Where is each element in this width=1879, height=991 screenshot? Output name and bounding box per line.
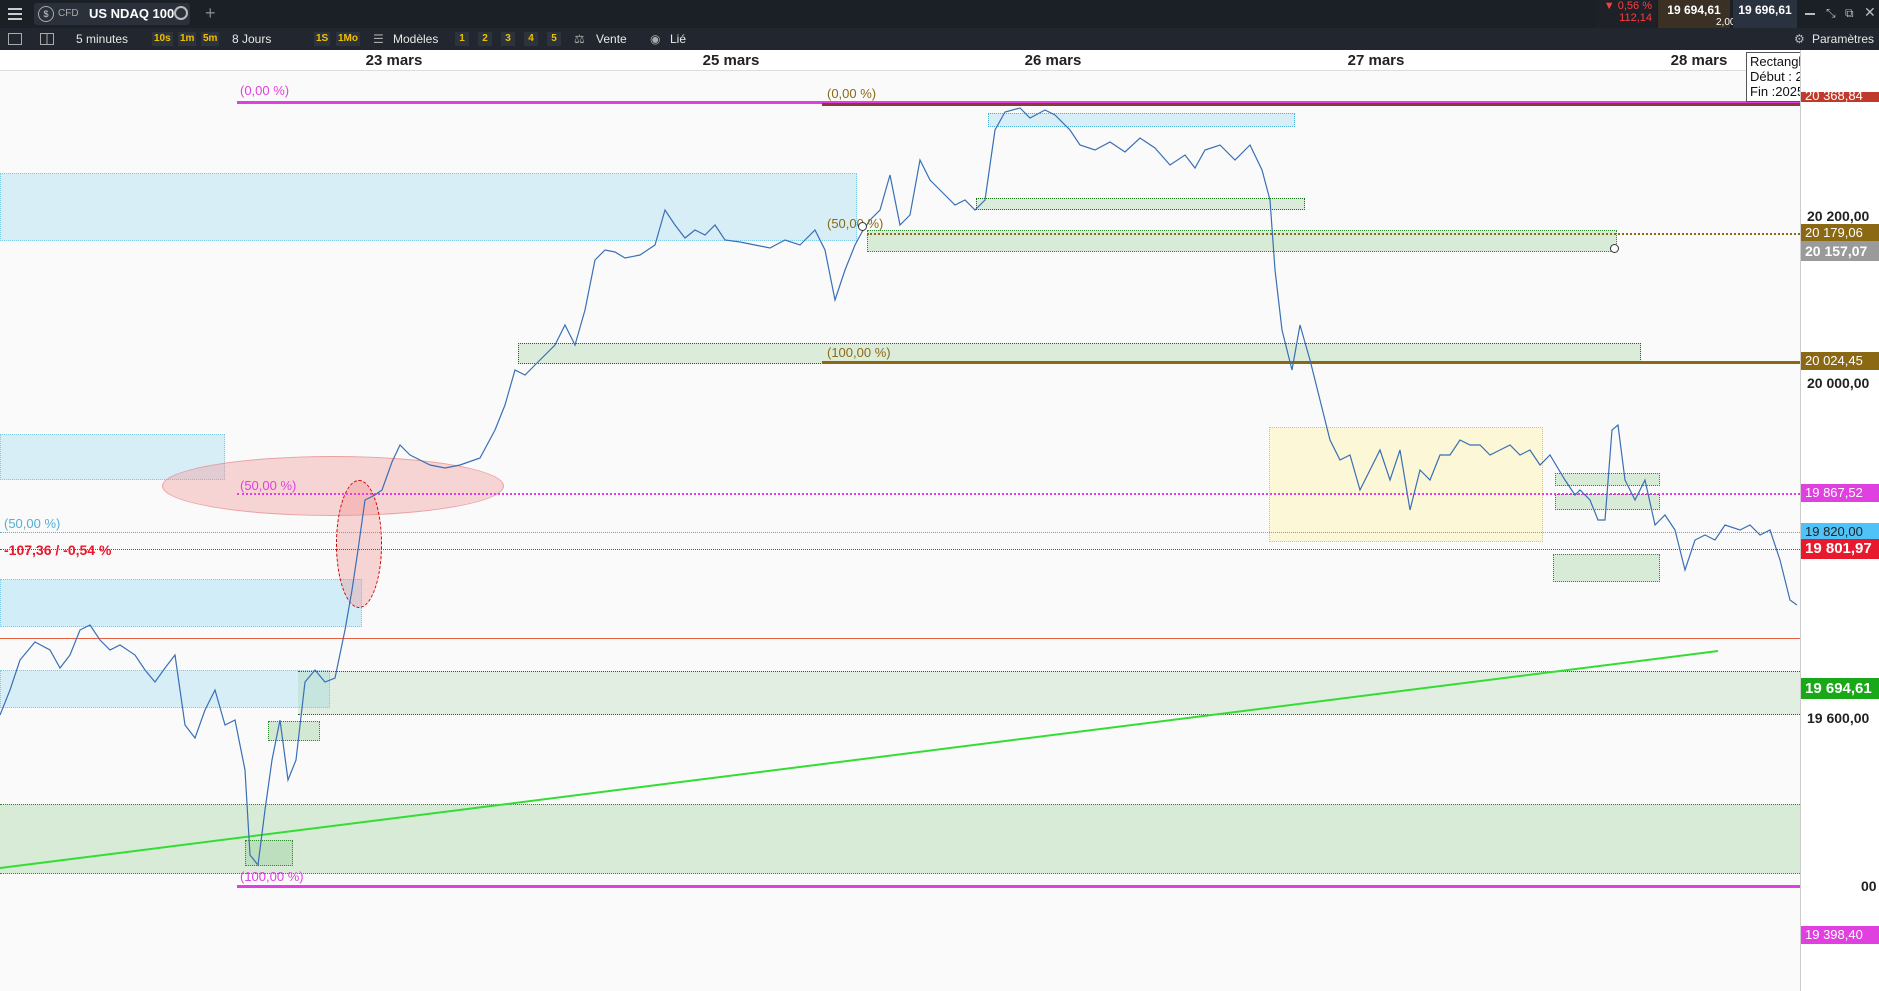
trade-button[interactable]: Vente — [596, 28, 627, 50]
layout-icon[interactable] — [40, 28, 54, 50]
axis-label: 00 — [1861, 878, 1877, 894]
fib-label-mid-50: (50,00 %) — [827, 216, 884, 231]
menu-icon[interactable] — [8, 7, 22, 21]
layout-3[interactable]: 3 — [501, 32, 515, 46]
date-label: 25 mars — [702, 52, 760, 69]
axis-label: 20 200,00 — [1807, 208, 1870, 224]
change-label: -107,36 / -0,54 % — [4, 542, 112, 558]
trade-icon: ⚖ — [574, 32, 585, 46]
layout-1[interactable]: 1 — [455, 32, 469, 46]
green-trend-line — [0, 650, 1719, 869]
bid-price: 19 694,61 — [1667, 3, 1721, 17]
price-tag[interactable]: 20 024,45 — [1801, 352, 1879, 370]
collapse-icon[interactable]: ⤡ — [1826, 6, 1836, 21]
price-tag[interactable]: 19 694,61 — [1801, 678, 1879, 699]
top-bar: $ CFD US NDAQ 100 + ▼ 0,56 % 112,14 19 6… — [0, 0, 1879, 28]
price-axis[interactable]: 20 200,00 20 000,00 19 600,00 00 20 368,… — [1800, 50, 1879, 991]
price-tag[interactable]: 19 398,40 — [1801, 926, 1879, 944]
fib-label-mid-0: (0,00 %) — [827, 86, 877, 101]
instrument-type: CFD — [58, 8, 79, 19]
anchor-handle-icon[interactable] — [1610, 244, 1619, 253]
date-label: 23 mars — [365, 52, 423, 69]
layout-5[interactable]: 5 — [547, 32, 561, 46]
settings-button[interactable]: Paramètres — [1812, 28, 1874, 50]
linked-button[interactable]: Lié — [670, 28, 686, 50]
fib-label-far-50: (50,00 %) — [4, 516, 61, 531]
buy-price-button[interactable]: 19 696,61 — [1733, 0, 1797, 28]
templates-icon: ☰ — [373, 32, 384, 46]
change-pct: ▼ 0,56 % — [1603, 0, 1652, 12]
fib-label-left-0: (0,00 %) — [240, 83, 290, 98]
currency-icon: $ — [38, 6, 54, 22]
axis-label: 19 600,00 — [1807, 710, 1870, 726]
price-tag[interactable]: 20 157,07 — [1801, 241, 1879, 261]
price-tag[interactable]: 20 368,84 — [1801, 92, 1879, 102]
anchor-handle-icon[interactable] — [858, 222, 867, 231]
quick-interval-5m[interactable]: 5m — [201, 32, 220, 46]
fib-label-left-50: (50,00 %) — [240, 478, 297, 493]
change-box: ▼ 0,56 % 112,14 — [1596, 0, 1656, 28]
instrument-name: US NDAQ 100 — [89, 6, 175, 21]
chart-plot-area[interactable]: (0,00 %) (0,00 %) (50,00 %) (100,00 %) (… — [0, 70, 1800, 991]
fib-label-left-100: (100,00 %) — [240, 869, 304, 884]
instrument-tab[interactable]: $ CFD US NDAQ 100 — [34, 3, 190, 25]
minimize-icon[interactable] — [1805, 13, 1815, 15]
date-label: 26 mars — [1024, 52, 1082, 69]
price-chart-svg — [0, 107, 1798, 869]
add-tab-icon[interactable]: + — [205, 3, 216, 24]
price-tag[interactable]: 19 801,97 — [1801, 539, 1879, 559]
templates-button[interactable]: Modèles — [393, 28, 438, 50]
quick-interval-10s[interactable]: 10s — [152, 32, 173, 46]
date-label: 27 mars — [1347, 52, 1405, 69]
date-axis: 23 mars 25 mars 26 mars 27 mars 28 mars — [0, 50, 1800, 71]
price-tag[interactable]: 19 867,52 — [1801, 484, 1879, 502]
interval-select[interactable]: 5 minutes — [76, 28, 128, 50]
change-pts: 112,14 — [1619, 12, 1652, 24]
date-label: 28 mars — [1670, 52, 1728, 69]
fib-label-mid-100: (100,00 %) — [827, 345, 891, 360]
chart-toolbar: 5 minutes 10s 1m 5m 8 Jours 1S 1Mo ☰ Mod… — [0, 28, 1879, 50]
layout-4[interactable]: 4 — [524, 32, 538, 46]
chart-list-icon[interactable] — [8, 28, 22, 50]
ask-price: 19 696,61 — [1738, 3, 1792, 17]
gear-icon: ⚙ — [1794, 32, 1805, 46]
range-1mo[interactable]: 1Mo — [336, 32, 360, 46]
popout-icon[interactable]: ⧉ — [1845, 6, 1854, 21]
range-1s[interactable]: 1S — [314, 32, 331, 46]
close-icon[interactable]: ✕ — [1864, 4, 1876, 21]
axis-label: 20 000,00 — [1807, 375, 1870, 391]
link-icon: ◉ — [650, 32, 661, 46]
search-icon[interactable] — [174, 6, 188, 20]
layout-2[interactable]: 2 — [478, 32, 492, 46]
quick-interval-1m[interactable]: 1m — [178, 32, 197, 46]
price-tag[interactable]: 20 179,06 — [1801, 224, 1879, 242]
range-select[interactable]: 8 Jours — [232, 28, 271, 50]
